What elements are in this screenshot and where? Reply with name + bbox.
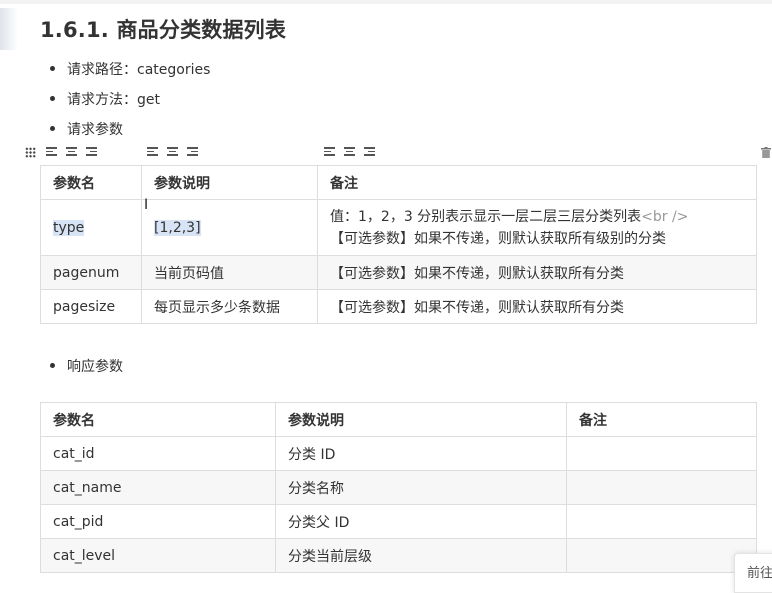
bullet-dot-icon — [50, 125, 55, 131]
align-left-icon[interactable] — [147, 147, 158, 158]
param-desc-cell[interactable]: 分类 ID — [275, 436, 567, 471]
column-header: 备注 — [566, 402, 757, 437]
window-edge-decoration — [0, 8, 18, 50]
align-left-icon[interactable] — [324, 147, 335, 158]
column-header: 参数名 — [40, 165, 142, 200]
response-params-table: 参数名 参数说明 备注 cat_id 分类 ID cat_name 分类名称 c… — [40, 402, 757, 573]
param-note-cell[interactable]: 【可选参数】如果不传递，则默认获取所有分类 — [317, 289, 757, 324]
column-header: 参数说明 — [141, 165, 318, 200]
bullet-dot-icon — [50, 95, 55, 101]
param-name-cell[interactable]: cat_level — [40, 538, 276, 573]
param-name-cell[interactable]: pagesize — [40, 289, 142, 324]
param-desc-cell[interactable]: 分类名称 — [275, 470, 567, 505]
align-center-icon[interactable] — [167, 147, 178, 158]
table-row[interactable]: cat_name 分类名称 — [40, 470, 757, 505]
goto-label: 前往 — [747, 566, 772, 581]
param-note-cell[interactable] — [566, 538, 757, 573]
param-note-cell[interactable] — [566, 504, 757, 539]
section-heading: 1.6.1. 商品分类数据列表 — [40, 18, 287, 42]
bullet-dot-icon — [50, 65, 55, 71]
align-right-icon[interactable] — [187, 147, 198, 158]
table-row[interactable]: cat_id 分类 ID — [40, 436, 757, 471]
table-row[interactable]: cat_level 分类当前层级 — [40, 538, 757, 573]
bullet-request-method: 请求方法：get — [50, 90, 160, 110]
table-row[interactable]: pagesize 每页显示多少条数据 【可选参数】如果不传递，则默认获取所有分类 — [40, 289, 757, 324]
column-header: 参数说明 — [275, 402, 567, 437]
param-name-cell[interactable]: type — [40, 199, 142, 256]
align-center-icon[interactable] — [344, 147, 355, 158]
param-name-cell[interactable]: cat_name — [40, 470, 276, 505]
br-tag-hint: <br /> — [641, 208, 689, 225]
table-grid-icon[interactable] — [25, 147, 36, 158]
bullet-request-params: 请求参数 — [50, 120, 123, 140]
param-name-cell[interactable]: cat_id — [40, 436, 276, 471]
param-desc-cell[interactable]: 分类当前层级 — [275, 538, 567, 573]
param-name-cell[interactable]: pagenum — [40, 255, 142, 290]
align-right-icon[interactable] — [86, 147, 97, 158]
param-desc-cell[interactable]: 每页显示多少条数据 — [141, 289, 318, 324]
delete-table-icon[interactable] — [761, 147, 771, 158]
bullet-dot-icon — [50, 362, 55, 368]
align-left-icon[interactable] — [46, 147, 57, 158]
column-header: 备注 — [317, 165, 757, 200]
param-note-cell[interactable] — [566, 436, 757, 471]
bullet-response-params: 响应参数 — [50, 357, 123, 377]
table-row[interactable]: cat_pid 分类父 ID — [40, 504, 757, 539]
align-right-icon[interactable] — [364, 147, 375, 158]
param-name-cell[interactable]: cat_pid — [40, 504, 276, 539]
table-toolbar — [20, 144, 772, 164]
align-center-icon[interactable] — [66, 147, 77, 158]
param-note-cell[interactable] — [566, 470, 757, 505]
param-desc-cell[interactable]: 分类父 ID — [275, 504, 567, 539]
request-params-table: 参数名 参数说明 备注 type [1,2,3] 值：1，2，3 分别表示显示一… — [40, 165, 757, 324]
table-header-row: 参数名 参数说明 备注 — [40, 165, 757, 200]
bullet-request-path: 请求路径：categories — [50, 60, 210, 80]
goto-widget[interactable]: 前往 — [734, 553, 772, 593]
param-note-cell[interactable]: 值：1，2，3 分别表示显示一层二层三层分类列表<br /> 【可选参数】如果不… — [317, 199, 757, 256]
table-row[interactable]: pagenum 当前页码值 【可选参数】如果不传递，则默认获取所有分类 — [40, 255, 757, 290]
text-cursor-icon: I — [144, 197, 149, 213]
param-note-cell[interactable]: 【可选参数】如果不传递，则默认获取所有分类 — [317, 255, 757, 290]
table-header-row: 参数名 参数说明 备注 — [40, 402, 757, 437]
param-desc-cell[interactable]: [1,2,3] — [141, 199, 318, 256]
column-header: 参数名 — [40, 402, 276, 437]
param-desc-cell[interactable]: 当前页码值 — [141, 255, 318, 290]
top-strip — [0, 0, 772, 4]
